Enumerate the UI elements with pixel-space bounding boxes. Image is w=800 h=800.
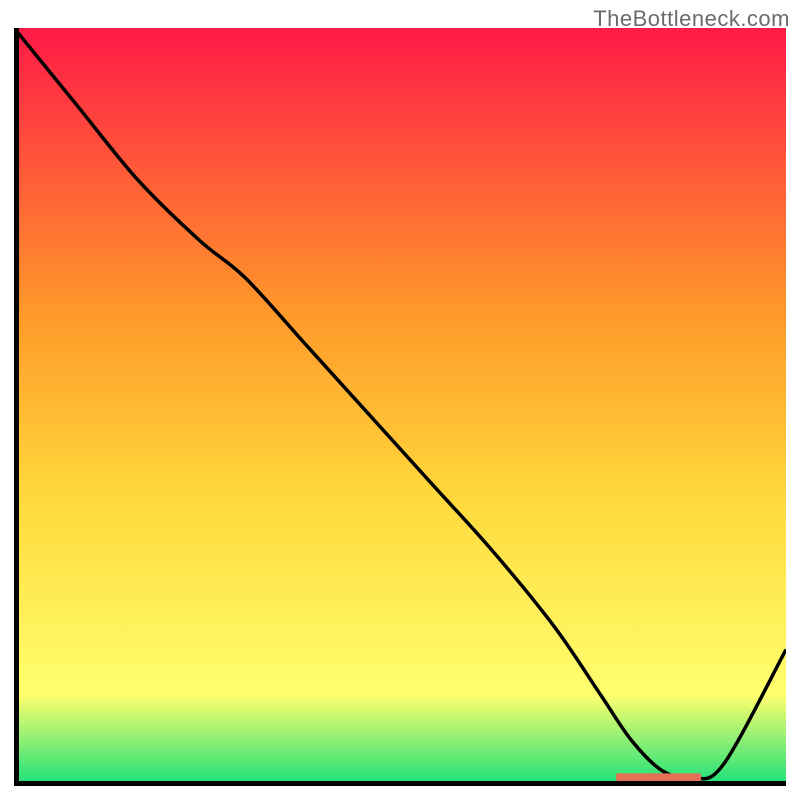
gradient-background xyxy=(14,28,786,786)
watermark-text: TheBottleneck.com xyxy=(593,6,790,32)
chart-svg xyxy=(14,28,786,786)
chart-stage: TheBottleneck.com xyxy=(0,0,800,800)
chart-plot-area xyxy=(14,28,786,786)
